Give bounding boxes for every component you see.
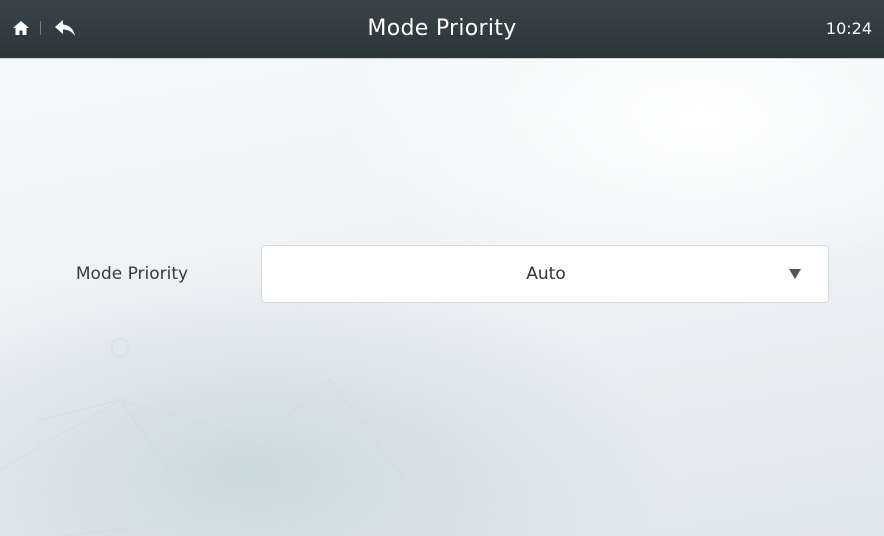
- title-bar: Mode Priority 10:24: [0, 0, 884, 58]
- screen: Mode Priority 10:24 Mode Priority Auto: [0, 0, 884, 536]
- triangle-down-icon: [789, 269, 801, 279]
- clock: 10:24: [825, 19, 872, 38]
- mode-priority-label: Mode Priority: [75, 264, 189, 284]
- page-title: Mode Priority: [367, 16, 517, 41]
- mode-priority-selected-value: Auto: [526, 264, 566, 284]
- mode-priority-dropdown[interactable]: Auto: [261, 245, 829, 303]
